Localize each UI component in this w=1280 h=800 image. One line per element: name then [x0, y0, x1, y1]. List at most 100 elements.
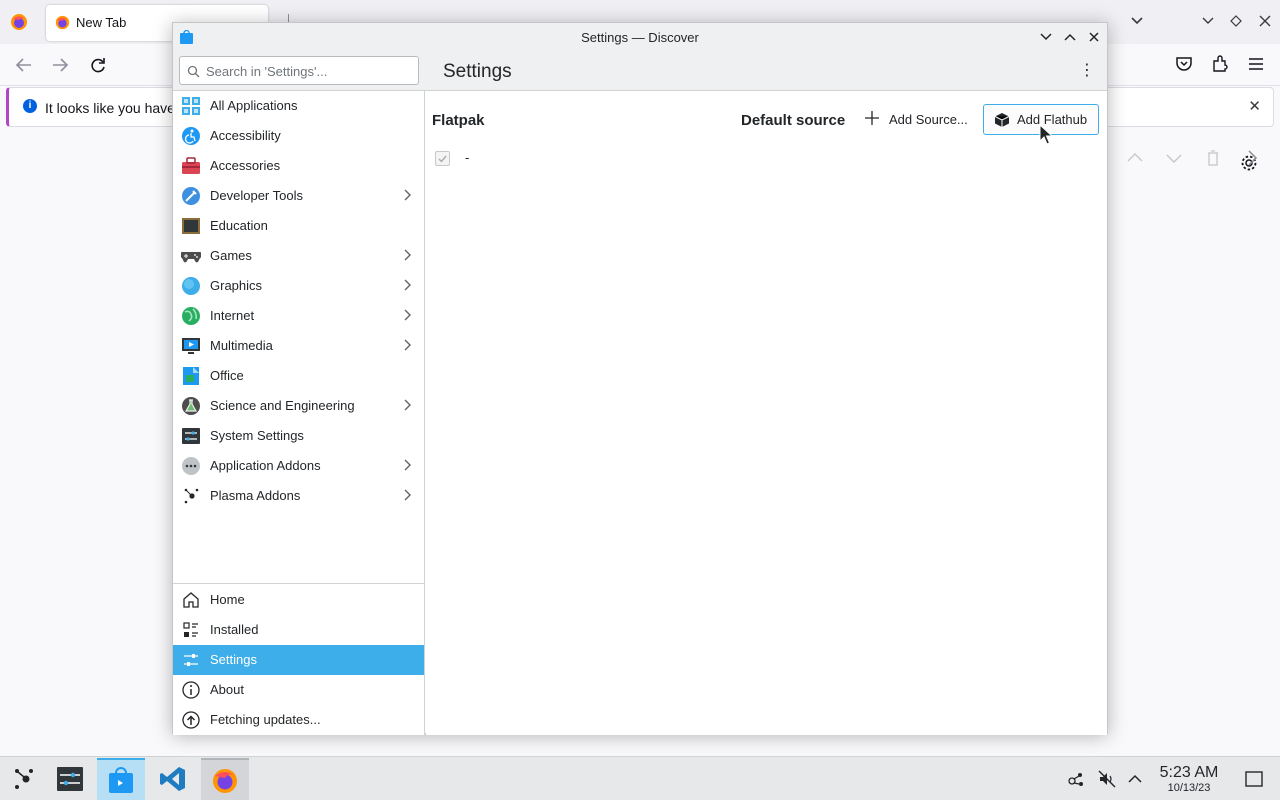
sidebar-item-label: Games [210, 248, 252, 263]
close-browser-icon[interactable] [1255, 14, 1275, 28]
window-title: Settings — Discover [581, 30, 699, 45]
check-icon [438, 155, 447, 163]
sidebar-item-label: Accessories [210, 158, 281, 173]
browser-tab-title: New Tab [76, 15, 127, 30]
list-all-tabs-icon[interactable] [1127, 14, 1147, 28]
sidebar-item-label: Office [210, 368, 244, 383]
move-down-icon[interactable] [1163, 147, 1185, 169]
update-icon [182, 711, 200, 729]
sidebar-item-office[interactable]: Office [173, 361, 424, 391]
discover-app-icon [109, 767, 133, 793]
source-section-title: Flatpak [432, 112, 485, 129]
sidebar-item-label: Accessibility [210, 128, 281, 143]
source-enabled-checkbox[interactable] [435, 151, 450, 166]
notification-close-icon[interactable]: ✕ [1248, 97, 1261, 115]
show-desktop-icon[interactable] [1244, 769, 1264, 789]
page-title: Settings [443, 61, 512, 82]
sidebar-item-label: Fetching updates... [210, 712, 321, 727]
monitor-icon [182, 338, 200, 354]
sidebar-nav-settings[interactable]: Settings [173, 645, 424, 675]
sidebar-item-developer-tools[interactable]: Developer Tools [173, 181, 424, 211]
sidebar-nav-fetching-updates[interactable]: Fetching updates... [173, 705, 424, 735]
sidebar-nav-home[interactable]: Home [173, 585, 424, 615]
sidebar-item-education[interactable]: Education [173, 211, 424, 241]
sidebar-nav-installed[interactable]: Installed [173, 615, 424, 645]
notification-text: It looks like you have [45, 100, 175, 116]
chalkboard-icon [182, 218, 200, 234]
sidebar-item-label: Home [210, 592, 245, 607]
taskbar-discover[interactable] [97, 758, 145, 800]
sidebar-item-internet[interactable]: Internet [173, 301, 424, 331]
system-settings-icon [57, 767, 83, 791]
discover-header: Search in 'Settings'... Settings ⋮ [173, 51, 1107, 91]
chevron-right-icon [404, 399, 411, 411]
overflow-menu-icon[interactable]: ⋮ [1077, 61, 1097, 81]
chevron-right-icon [404, 249, 411, 261]
pocket-icon[interactable] [1174, 54, 1194, 74]
discover-window: Settings — Discover Search in 'Settings'… [172, 22, 1258, 735]
developer-tools-icon [182, 187, 200, 205]
sidebar: All Applications Accessibility Accessori… [173, 91, 425, 735]
window-minimize-icon[interactable] [1037, 28, 1055, 46]
sidebar-item-label: Science and Engineering [210, 398, 355, 413]
settings-content: Flatpak Default source Add Source... Add… [426, 91, 1258, 735]
back-icon[interactable] [12, 56, 36, 74]
info-icon: i [23, 99, 37, 113]
application-launcher[interactable] [0, 758, 48, 800]
delete-icon[interactable] [1202, 147, 1224, 169]
sidebar-item-application-addons[interactable]: Application Addons [173, 451, 424, 481]
chevron-right-icon [404, 279, 411, 291]
sidebar-item-multimedia[interactable]: Multimedia [173, 331, 424, 361]
plasma-icon [184, 488, 199, 504]
window-titlebar[interactable]: Settings — Discover [173, 23, 1107, 51]
window-close-icon[interactable] [1085, 28, 1103, 46]
sidebar-item-games[interactable]: Games [173, 241, 424, 271]
clock-date[interactable]: 10/13/23 [1150, 782, 1228, 794]
plasma-launcher-icon [15, 769, 33, 789]
chevron-right-icon[interactable] [1241, 147, 1263, 169]
chevron-up-icon[interactable] [1125, 769, 1145, 789]
sidebar-item-science-and-engineering[interactable]: Science and Engineering [173, 391, 424, 421]
sidebar-item-label: Internet [210, 308, 255, 323]
chevron-right-icon [404, 489, 411, 501]
installed-icon [183, 622, 198, 637]
move-up-icon[interactable] [1124, 147, 1146, 169]
sidebar-item-graphics[interactable]: Graphics [173, 271, 424, 301]
search-placeholder: Search in 'Settings'... [206, 64, 328, 79]
sidebar-item-label: Plasma Addons [210, 488, 301, 503]
network-icon[interactable] [1066, 769, 1086, 789]
maximize-browser-icon[interactable] [1226, 14, 1246, 28]
office-icon [183, 367, 199, 385]
sidebar-item-accessories[interactable]: Accessories [173, 151, 424, 181]
firefox-icon[interactable] [10, 13, 28, 31]
taskbar-firefox[interactable] [201, 758, 249, 800]
sidebar-item-label: Education [210, 218, 268, 233]
system-settings-icon [182, 428, 200, 444]
accessibility-icon [182, 127, 200, 145]
toolbox-icon [182, 157, 200, 174]
chevron-right-icon [404, 189, 411, 201]
taskbar-system-settings[interactable] [46, 758, 94, 800]
chevron-right-icon [404, 459, 411, 471]
sidebar-item-label: Application Addons [210, 458, 321, 473]
sidebar-item-plasma-addons[interactable]: Plasma Addons [173, 481, 424, 511]
extensions-icon[interactable] [1210, 54, 1230, 74]
search-input[interactable]: Search in 'Settings'... [179, 56, 419, 85]
sidebar-item-all-applications[interactable]: All Applications [173, 91, 424, 121]
reload-icon[interactable] [86, 56, 110, 74]
addons-icon [182, 457, 200, 475]
sidebar-item-label: Installed [210, 622, 259, 637]
hamburger-menu-icon[interactable] [1246, 54, 1266, 74]
sidebar-item-system-settings[interactable]: System Settings [173, 421, 424, 451]
clock-time[interactable]: 5:23 AM [1150, 764, 1228, 782]
firefox-icon [213, 769, 237, 793]
sidebar-item-label: Settings [210, 652, 257, 667]
minimize-browser-icon[interactable] [1198, 14, 1218, 28]
mouse-cursor-icon [1039, 124, 1053, 145]
window-maximize-icon[interactable] [1061, 28, 1079, 46]
sidebar-nav-about[interactable]: About [173, 675, 424, 705]
forward-icon[interactable] [48, 56, 72, 74]
taskbar-vscode[interactable] [149, 758, 197, 800]
volume-muted-icon[interactable] [1097, 769, 1117, 789]
sidebar-item-accessibility[interactable]: Accessibility [173, 121, 424, 151]
